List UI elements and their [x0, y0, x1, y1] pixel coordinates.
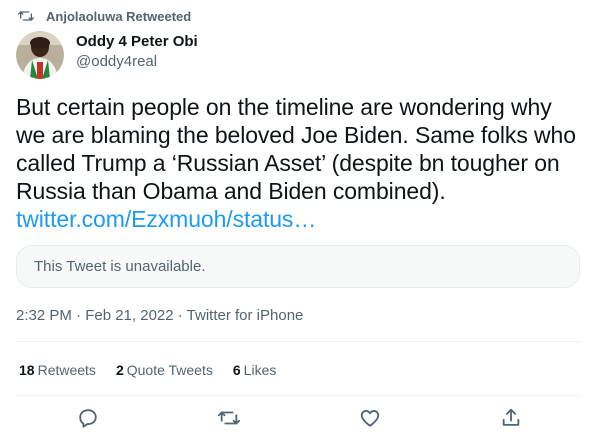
divider — [16, 395, 582, 396]
likes-label: Likes — [243, 362, 277, 378]
quote-tweets-count: 2 — [115, 362, 124, 378]
quoted-tweet-card[interactable]: This Tweet is unavailable. — [16, 245, 580, 288]
retweets-label: Retweets — [37, 362, 96, 378]
quote-tweets-stat[interactable]: 2 Quote Tweets — [116, 362, 213, 378]
retweet-button[interactable] — [216, 405, 242, 431]
likes-stat[interactable]: 6 Likes — [233, 362, 276, 378]
share-button[interactable] — [498, 405, 524, 431]
likes-count: 6 — [232, 362, 241, 378]
tweet-text: But certain people on the timeline are w… — [16, 94, 576, 204]
share-icon — [500, 407, 522, 429]
retweet-icon — [218, 407, 240, 429]
divider — [16, 341, 582, 342]
retweet-context: Anjolaoluwa Retweeted — [17, 7, 191, 25]
retweets-count: 18 — [19, 362, 35, 378]
retweets-stat[interactable]: 18 Retweets — [19, 362, 96, 378]
like-button[interactable] — [357, 405, 383, 431]
like-icon — [359, 407, 381, 429]
author-handle[interactable]: @oddy4real — [76, 53, 198, 71]
avatar[interactable] — [16, 31, 64, 79]
action-bar — [16, 405, 582, 431]
tweet-timestamp[interactable]: 2:32 PM · Feb 21, 2022 · Twitter for iPh… — [16, 307, 303, 325]
tweet-link[interactable]: twitter.com/Ezxmuoh/status… — [16, 205, 582, 233]
retweet-context-text[interactable]: Anjolaoluwa Retweeted — [46, 9, 191, 24]
quote-tweets-label: Quote Tweets — [126, 362, 213, 378]
tweet-body: But certain people on the timeline are w… — [16, 93, 582, 233]
retweet-icon — [17, 8, 35, 24]
tweet-stats: 18 Retweets 2 Quote Tweets 6 Likes — [19, 361, 296, 379]
reply-icon — [77, 407, 99, 429]
quoted-tweet-unavailable-text: This Tweet is unavailable. — [34, 258, 206, 275]
author-display-name[interactable]: Oddy 4 Peter Obi — [76, 33, 198, 51]
author-info: Oddy 4 Peter Obi @oddy4real — [76, 33, 198, 71]
reply-button[interactable] — [75, 405, 101, 431]
